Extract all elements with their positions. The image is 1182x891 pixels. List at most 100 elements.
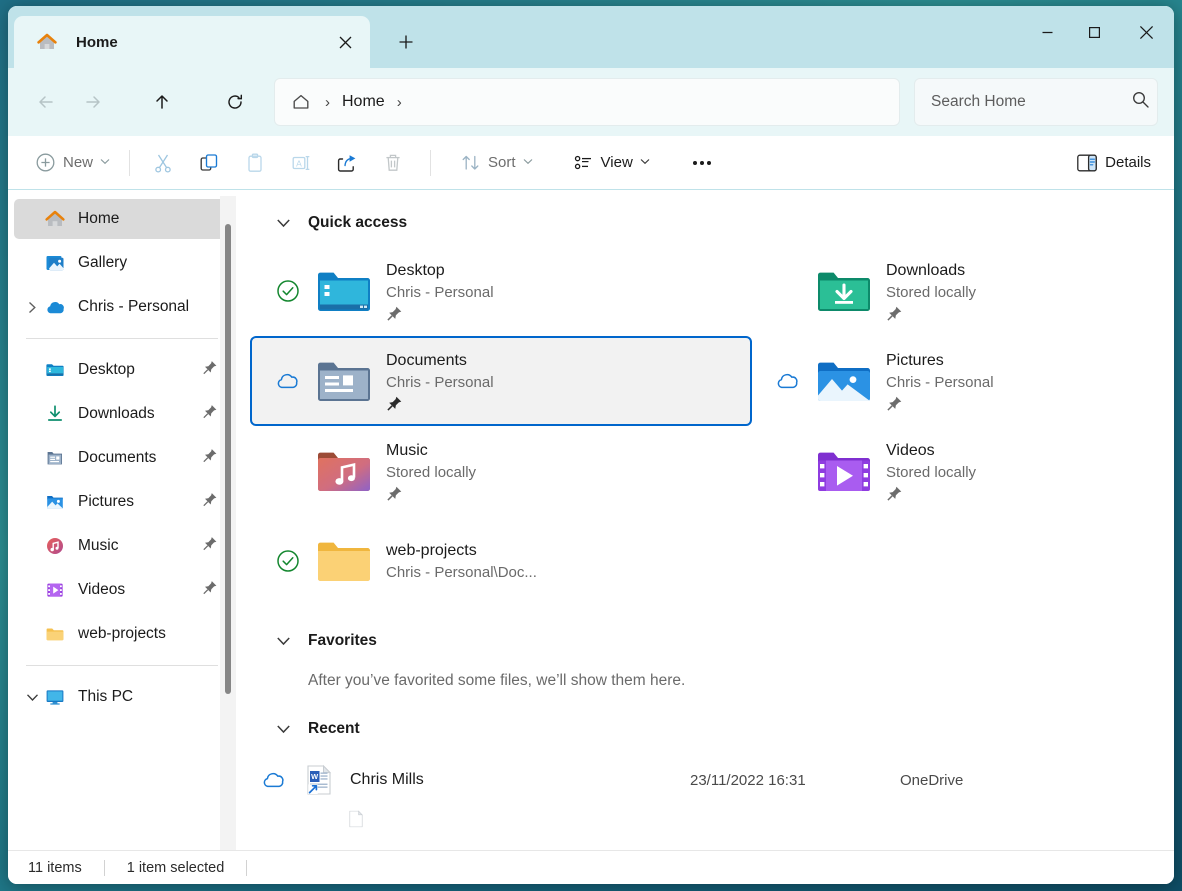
sidebar-item-videos[interactable]: Videos xyxy=(14,570,230,610)
item-subtitle: Chris - Personal\Doc... xyxy=(386,562,752,584)
new-tab-button[interactable] xyxy=(388,24,424,60)
chevron-down-icon[interactable] xyxy=(276,216,291,231)
pin-icon[interactable] xyxy=(202,404,218,425)
videos-folder-icon xyxy=(810,447,878,495)
sidebar-item-downloads[interactable]: Downloads xyxy=(14,394,230,434)
recent-row-partial[interactable] xyxy=(240,810,1174,828)
chevron-down-icon[interactable] xyxy=(20,693,44,702)
sidebar-item-chris-personal[interactable]: Chris - Personal xyxy=(14,287,230,327)
section-title: Recent xyxy=(308,720,360,738)
svg-text:A: A xyxy=(296,158,302,168)
sidebar-item-gallery[interactable]: Gallery xyxy=(14,243,230,283)
cloud-status-icon xyxy=(252,770,296,790)
pin-icon[interactable] xyxy=(886,485,1174,503)
sidebar-item-label: Chris - Personal xyxy=(78,298,189,316)
favorites-empty-message: After you’ve favorited some files, we’ll… xyxy=(240,672,1174,690)
quick-access-item-desktop[interactable]: Desktop Chris - Personal xyxy=(252,246,752,336)
chevron-right-icon[interactable] xyxy=(20,301,44,314)
up-button[interactable] xyxy=(142,82,182,122)
item-name: Videos xyxy=(886,439,1174,462)
pin-icon[interactable] xyxy=(886,305,1174,323)
address-bar[interactable]: › Home › xyxy=(274,78,900,126)
item-name: web-projects xyxy=(386,539,752,562)
window-controls xyxy=(1024,6,1174,58)
share-button[interactable] xyxy=(324,144,370,182)
refresh-button[interactable] xyxy=(215,82,255,122)
sidebar-item-music[interactable]: Music xyxy=(14,526,230,566)
quick-access-item-videos[interactable]: Videos Stored locally xyxy=(752,426,1174,516)
search-icon[interactable] xyxy=(1131,90,1150,114)
item-subtitle: Chris - Personal xyxy=(386,282,752,304)
pin-icon[interactable] xyxy=(202,360,218,381)
sidebar-item-this-pc[interactable]: This PC xyxy=(14,677,230,717)
back-button[interactable] xyxy=(26,82,66,122)
section-header-recent[interactable]: Recent xyxy=(240,712,1174,746)
quick-access-item-web-projects[interactable]: web-projects Chris - Personal\Doc... xyxy=(252,516,752,606)
more-options-button[interactable] xyxy=(679,144,725,182)
sidebar-item-home[interactable]: Home xyxy=(14,199,230,239)
close-window-button[interactable] xyxy=(1118,6,1174,58)
home-icon xyxy=(44,208,66,230)
section-header-quick-access[interactable]: Quick access xyxy=(240,206,1174,240)
documents-folder-icon xyxy=(44,447,66,469)
quick-access-grid: Desktop Chris - Personal xyxy=(240,246,1174,606)
sidebar-item-desktop[interactable]: Desktop xyxy=(14,350,230,390)
quick-access-item-text: Downloads Stored locally xyxy=(878,259,1174,323)
chevron-down-icon[interactable] xyxy=(276,634,291,649)
paste-button[interactable] xyxy=(232,144,278,182)
item-name: Pictures xyxy=(886,349,1174,372)
quick-access-item-pictures[interactable]: Pictures Chris - Personal xyxy=(752,336,1174,426)
close-tab-button[interactable] xyxy=(330,27,360,57)
quick-access-item-text: Documents Chris - Personal xyxy=(378,349,750,413)
music-folder-icon xyxy=(310,447,378,495)
breadcrumb-path[interactable]: Home xyxy=(342,93,385,111)
item-name: Downloads xyxy=(886,259,1174,282)
pin-icon[interactable] xyxy=(202,536,218,557)
sidebar-divider-2 xyxy=(26,665,218,666)
quick-access-item-downloads[interactable]: Downloads Stored locally xyxy=(752,246,1174,336)
chevron-down-icon[interactable] xyxy=(276,722,291,737)
maximize-button[interactable] xyxy=(1071,6,1118,58)
delete-button[interactable] xyxy=(370,144,416,182)
item-name: Desktop xyxy=(386,259,752,282)
new-button[interactable]: New xyxy=(26,144,119,182)
quick-access-item-documents[interactable]: Documents Chris - Personal xyxy=(250,336,752,426)
cut-button[interactable] xyxy=(140,144,186,182)
documents-folder-icon xyxy=(310,357,378,405)
breadcrumb-home-icon[interactable] xyxy=(289,90,313,114)
sort-button[interactable]: Sort xyxy=(451,144,542,182)
forward-button[interactable] xyxy=(73,82,113,122)
pin-icon[interactable] xyxy=(386,395,750,413)
navigation-bar: › Home › xyxy=(8,68,1174,136)
sidebar-item-pictures[interactable]: Pictures xyxy=(14,482,230,522)
search-input[interactable] xyxy=(931,93,1131,111)
pin-icon[interactable] xyxy=(202,492,218,513)
sidebar-scrollbar-thumb[interactable] xyxy=(225,224,231,694)
tab-strip: Home xyxy=(8,6,424,68)
breadcrumb-separator: › xyxy=(325,94,330,111)
pin-icon[interactable] xyxy=(386,305,752,323)
navigation-pane: Home Gallery xyxy=(8,190,240,850)
search-box[interactable] xyxy=(914,78,1158,126)
sidebar-item-documents[interactable]: Documents xyxy=(14,438,230,478)
quick-access-item-music[interactable]: Music Stored locally xyxy=(252,426,752,516)
chevron-down-icon xyxy=(100,157,110,168)
pin-icon[interactable] xyxy=(386,485,752,503)
desktop-folder-icon xyxy=(44,359,66,381)
pin-icon[interactable] xyxy=(886,395,1174,413)
sidebar-item-web-projects[interactable]: web-projects xyxy=(14,614,230,654)
breadcrumb-trailing-separator[interactable]: › xyxy=(397,94,402,111)
recent-row[interactable]: W Chris Mills 23/11/2022 16:31 OneDrive xyxy=(240,752,1174,808)
gallery-icon xyxy=(44,252,66,274)
copy-button[interactable] xyxy=(186,144,232,182)
details-label: Details xyxy=(1105,154,1151,171)
view-button[interactable]: View xyxy=(564,144,659,182)
pin-icon[interactable] xyxy=(202,448,218,469)
section-header-favorites[interactable]: Favorites xyxy=(240,624,1174,658)
sidebar-scrollbar[interactable] xyxy=(220,196,236,850)
rename-button[interactable]: A xyxy=(278,144,324,182)
tab-home[interactable]: Home xyxy=(14,16,370,68)
minimize-button[interactable] xyxy=(1024,6,1071,58)
pin-icon[interactable] xyxy=(202,580,218,601)
details-pane-button[interactable]: Details xyxy=(1067,144,1160,182)
